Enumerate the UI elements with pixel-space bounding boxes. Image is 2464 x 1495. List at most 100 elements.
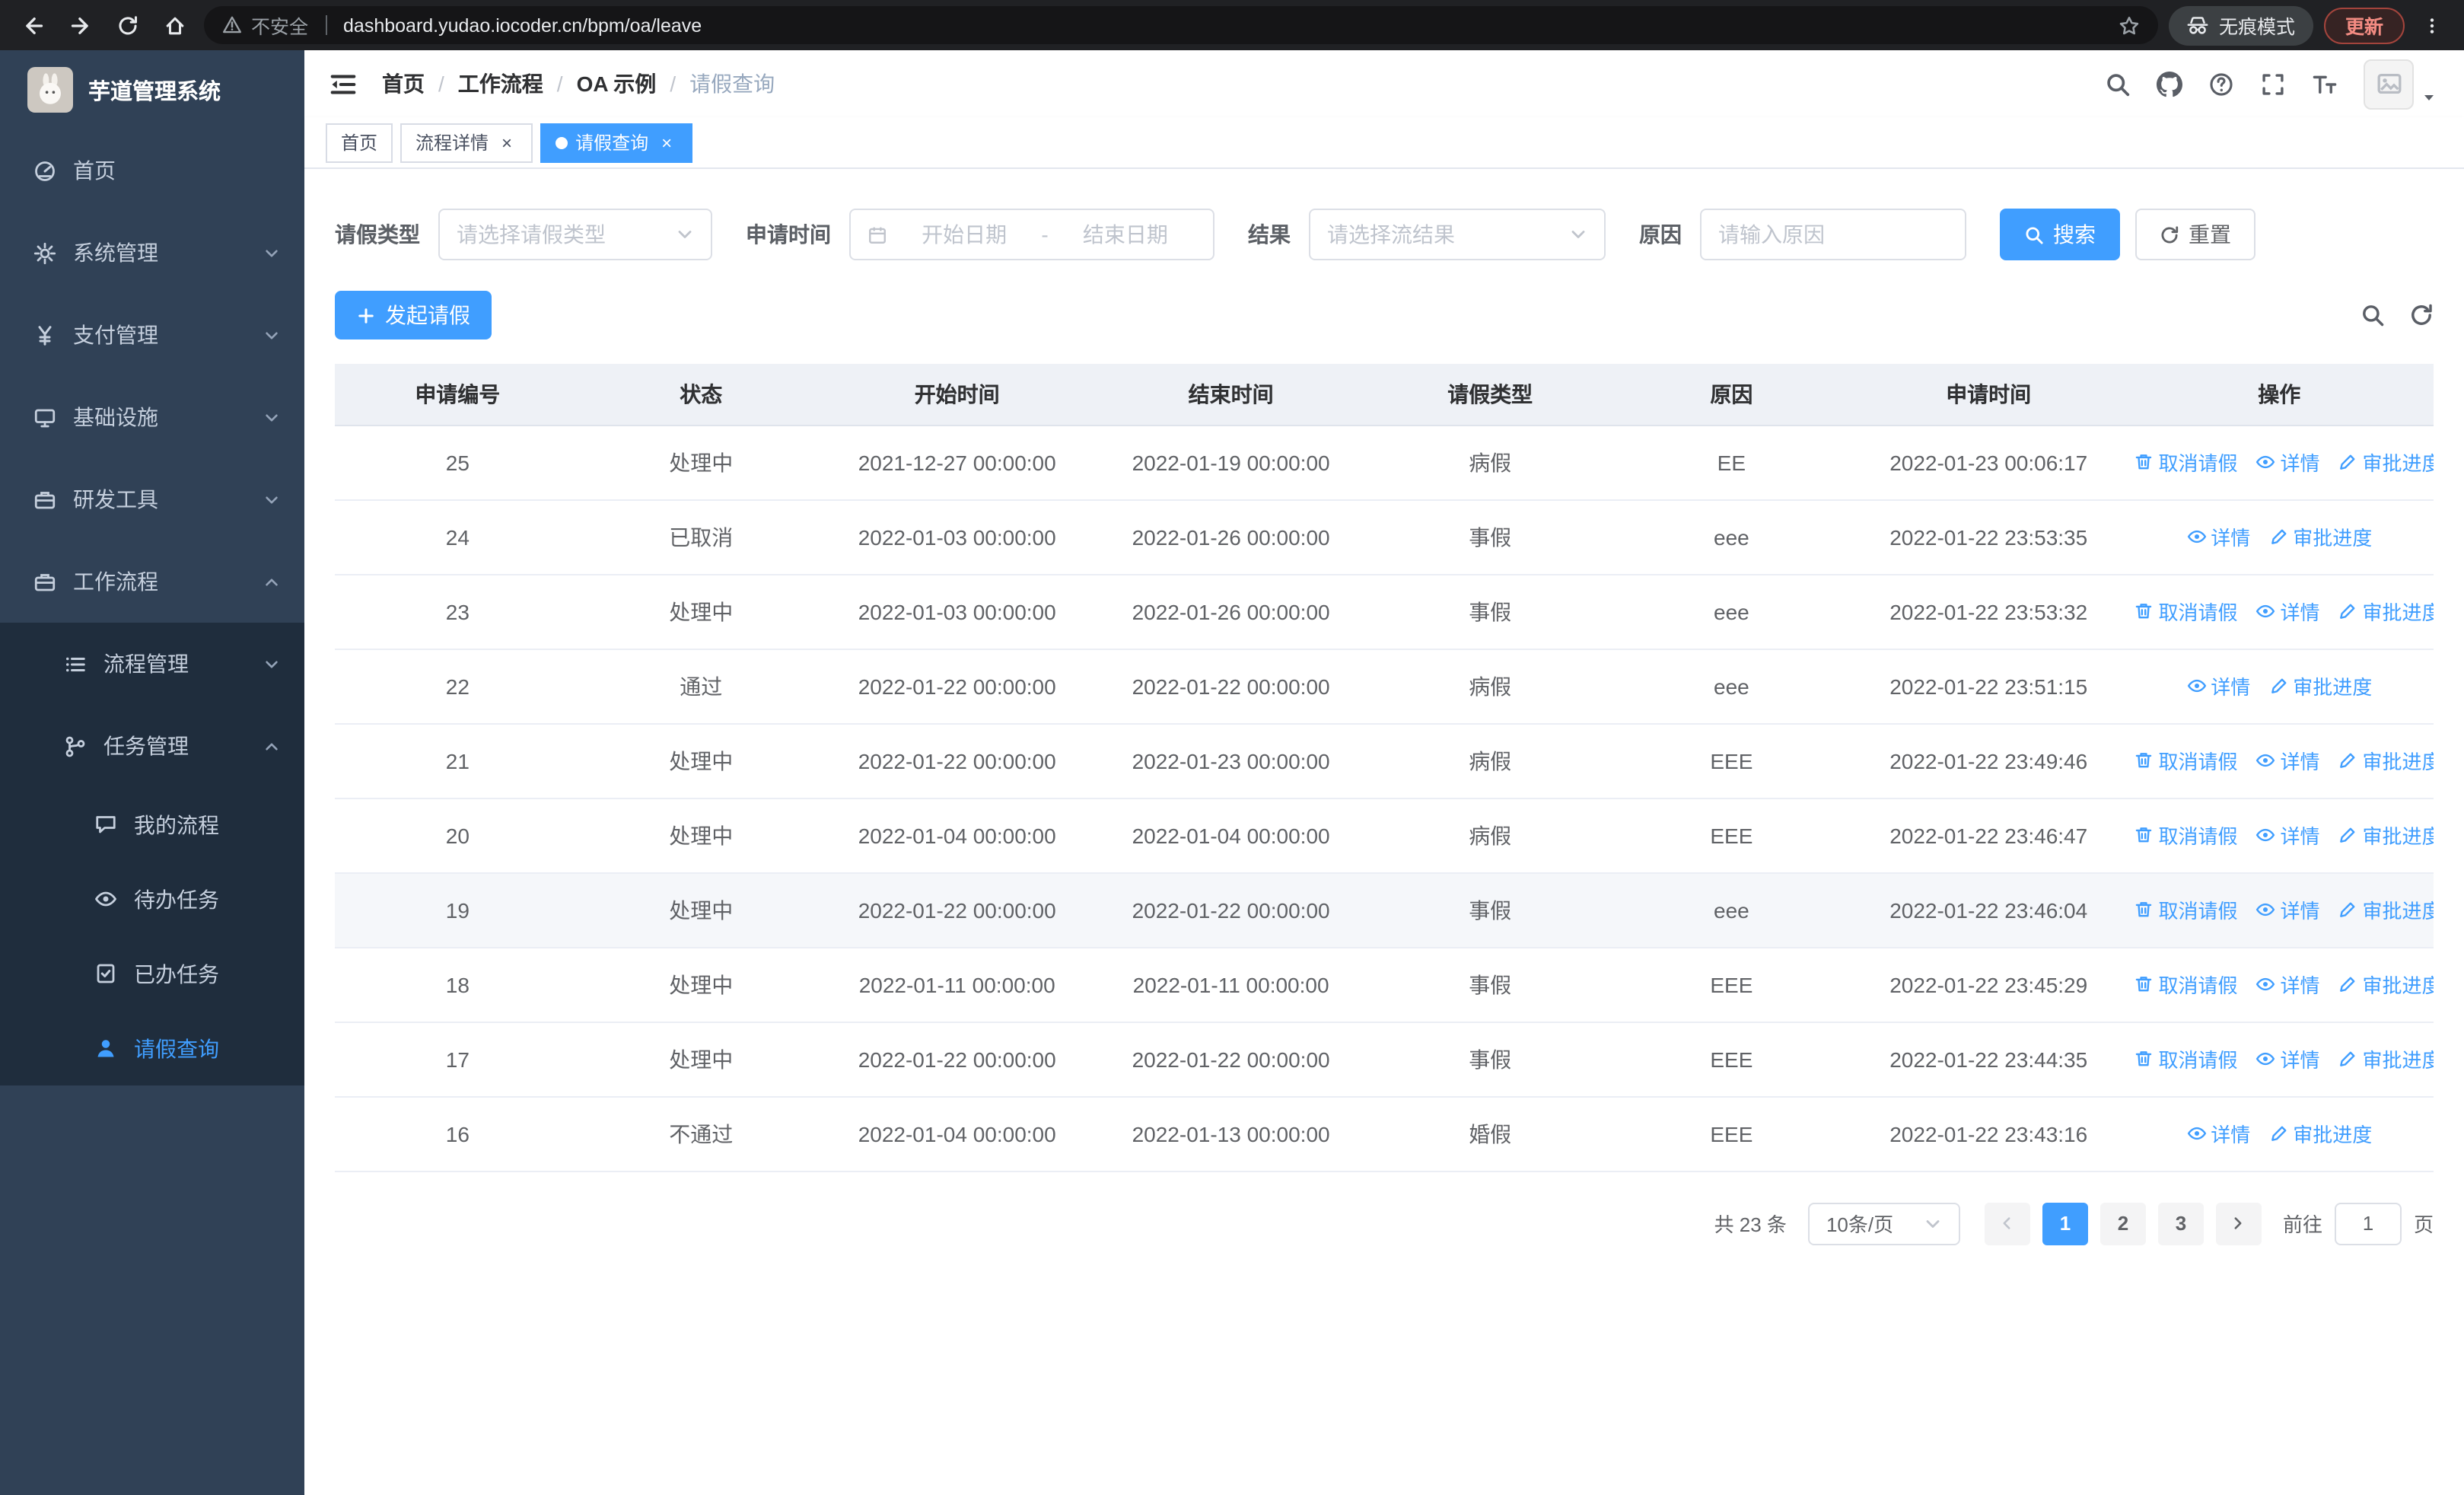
page-button-3[interactable]: 3	[2157, 1202, 2204, 1245]
cancel-leave-link[interactable]: 取消请假	[2134, 597, 2238, 626]
forward-arrow-icon	[70, 14, 91, 36]
approval-progress-link[interactable]: 审批进度	[2268, 671, 2372, 700]
user-avatar[interactable]	[2364, 59, 2437, 109]
close-icon[interactable]: ×	[496, 132, 517, 153]
sidebar-item-label: 我的流程	[134, 812, 219, 837]
detail-link[interactable]: 详情	[2256, 597, 2320, 626]
trash-icon	[2134, 974, 2154, 994]
reason-input[interactable]	[1700, 209, 1966, 260]
refresh-table-icon[interactable]	[2409, 303, 2434, 327]
browser-back-button[interactable]	[15, 7, 52, 43]
next-page-button[interactable]	[2215, 1202, 2262, 1245]
op-label: 取消请假	[2158, 900, 2238, 923]
sidebar-item-my-process[interactable]: 我的流程	[0, 787, 304, 862]
apply-time-range-picker[interactable]: 开始日期 - 结束日期	[849, 209, 1214, 260]
detail-link[interactable]: 详情	[2186, 1119, 2250, 1148]
search-button[interactable]: 搜索	[2000, 209, 2120, 260]
toggle-search-icon[interactable]	[2361, 303, 2385, 327]
cancel-leave-link[interactable]: 取消请假	[2134, 1044, 2238, 1073]
yen-icon	[33, 324, 56, 346]
op-label: 详情	[2211, 676, 2251, 699]
address-bar[interactable]: 不安全 dashboard.yudao.iocoder.cn/bpm/oa/le…	[204, 6, 2158, 44]
approval-progress-link[interactable]: 审批进度	[2268, 1119, 2372, 1148]
sidebar-item-dev-tools[interactable]: 研发工具	[0, 458, 304, 540]
help-icon[interactable]	[2208, 71, 2234, 97]
sidebar-item-infrastructure[interactable]: 基础设施	[0, 376, 304, 458]
monitor-icon	[33, 406, 56, 429]
eye-icon	[2256, 1049, 2276, 1069]
goto-page-input[interactable]	[2334, 1202, 2402, 1245]
cancel-leave-link[interactable]: 取消请假	[2134, 746, 2238, 775]
sidebar-collapse-icon[interactable]	[329, 69, 358, 98]
cancel-leave-link[interactable]: 取消请假	[2134, 821, 2238, 850]
detail-link[interactable]: 详情	[2256, 746, 2320, 775]
sidebar-item-done-tasks[interactable]: 已办任务	[0, 936, 304, 1011]
approval-progress-link[interactable]: 审批进度	[2338, 970, 2434, 999]
tag-home[interactable]: 首页	[326, 123, 393, 162]
detail-link[interactable]: 详情	[2186, 671, 2250, 700]
cancel-leave-link[interactable]: 取消请假	[2134, 448, 2238, 477]
cell-status: 已取消	[580, 499, 822, 575]
sidebar-item-workflow[interactable]: 工作流程	[0, 540, 304, 623]
trash-icon	[2134, 601, 2154, 621]
sidebar-item-system-mgmt[interactable]: 系统管理	[0, 212, 304, 294]
cell-start-time: 2022-01-04 00:00:00	[821, 798, 1093, 873]
op-label: 审批进度	[2293, 1124, 2373, 1146]
page-button-1[interactable]: 1	[2042, 1202, 2088, 1245]
sidebar-item-leave-query[interactable]: 请假查询	[0, 1011, 304, 1085]
detail-link[interactable]: 详情	[2186, 522, 2250, 551]
fullscreen-icon[interactable]	[2260, 71, 2286, 97]
update-button[interactable]: 更新	[2323, 7, 2405, 43]
page-size-select[interactable]: 10条/页	[1807, 1202, 1960, 1245]
breadcrumb-item[interactable]: 工作流程	[458, 69, 543, 99]
approval-progress-link[interactable]: 审批进度	[2338, 1044, 2434, 1073]
cell-reason: eee	[1610, 499, 1852, 575]
main-area: 首页 / 工作流程 / OA 示例 / 请假查询 首页 流程详情 × 请假查询 …	[304, 50, 2464, 1495]
search-icon[interactable]	[2105, 71, 2131, 97]
cell-reason: EEE	[1610, 723, 1852, 799]
detail-link[interactable]: 详情	[2256, 821, 2320, 850]
approval-progress-link[interactable]: 审批进度	[2338, 597, 2434, 626]
sidebar-item-todo-tasks[interactable]: 待办任务	[0, 862, 304, 936]
browser-forward-button[interactable]	[62, 7, 99, 43]
cell-status: 处理中	[580, 1022, 822, 1097]
close-icon[interactable]: ×	[656, 132, 677, 153]
sidebar-item-task-mgmt[interactable]: 任务管理	[0, 705, 304, 787]
tag-process-detail[interactable]: 流程详情 ×	[400, 123, 533, 162]
detail-link[interactable]: 详情	[2256, 1044, 2320, 1073]
detail-link[interactable]: 详情	[2256, 895, 2320, 924]
cell-apply-time: 2022-01-22 23:49:46	[1851, 723, 2125, 799]
breadcrumb-separator: /	[438, 72, 444, 96]
reset-button[interactable]: 重置	[2135, 209, 2255, 260]
detail-link[interactable]: 详情	[2256, 970, 2320, 999]
page-button-2[interactable]: 2	[2099, 1202, 2146, 1245]
cancel-leave-link[interactable]: 取消请假	[2134, 970, 2238, 999]
breadcrumb-item[interactable]: OA 示例	[577, 69, 657, 99]
browser-menu-button[interactable]	[2415, 7, 2449, 43]
leave-type-select[interactable]: 请选择请假类型	[438, 209, 712, 260]
tag-leave-query[interactable]: 请假查询 ×	[540, 123, 693, 162]
browser-home-button[interactable]	[157, 7, 193, 43]
browser-reload-button[interactable]	[110, 7, 146, 43]
result-select[interactable]: 请选择流结果	[1309, 209, 1606, 260]
approval-progress-link[interactable]: 审批进度	[2338, 746, 2434, 775]
font-size-icon[interactable]	[2312, 71, 2338, 97]
bookmark-star-icon[interactable]	[2119, 14, 2140, 36]
approval-progress-link[interactable]: 审批进度	[2338, 821, 2434, 850]
sidebar-item-home[interactable]: 首页	[0, 129, 304, 212]
detail-link[interactable]: 详情	[2256, 448, 2320, 477]
col-header-apply-time: 申请时间	[1851, 364, 2125, 426]
prev-page-button[interactable]	[1984, 1202, 2030, 1245]
create-leave-button[interactable]: 发起请假	[335, 291, 492, 339]
table-row: 19 处理中 2022-01-22 00:00:00 2022-01-22 00:00…	[335, 872, 2434, 948]
approval-progress-link[interactable]: 审批进度	[2338, 448, 2434, 477]
approval-progress-link[interactable]: 审批进度	[2268, 522, 2372, 551]
approval-progress-link[interactable]: 审批进度	[2338, 895, 2434, 924]
sidebar-item-process-mgmt[interactable]: 流程管理	[0, 623, 304, 705]
incognito-badge: 无痕模式	[2168, 5, 2313, 45]
sidebar-item-payment-mgmt[interactable]: 支付管理	[0, 294, 304, 376]
security-label: 不安全	[251, 17, 309, 38]
github-icon[interactable]	[2157, 71, 2182, 97]
breadcrumb-item[interactable]: 首页	[382, 69, 425, 99]
cancel-leave-link[interactable]: 取消请假	[2134, 895, 2238, 924]
